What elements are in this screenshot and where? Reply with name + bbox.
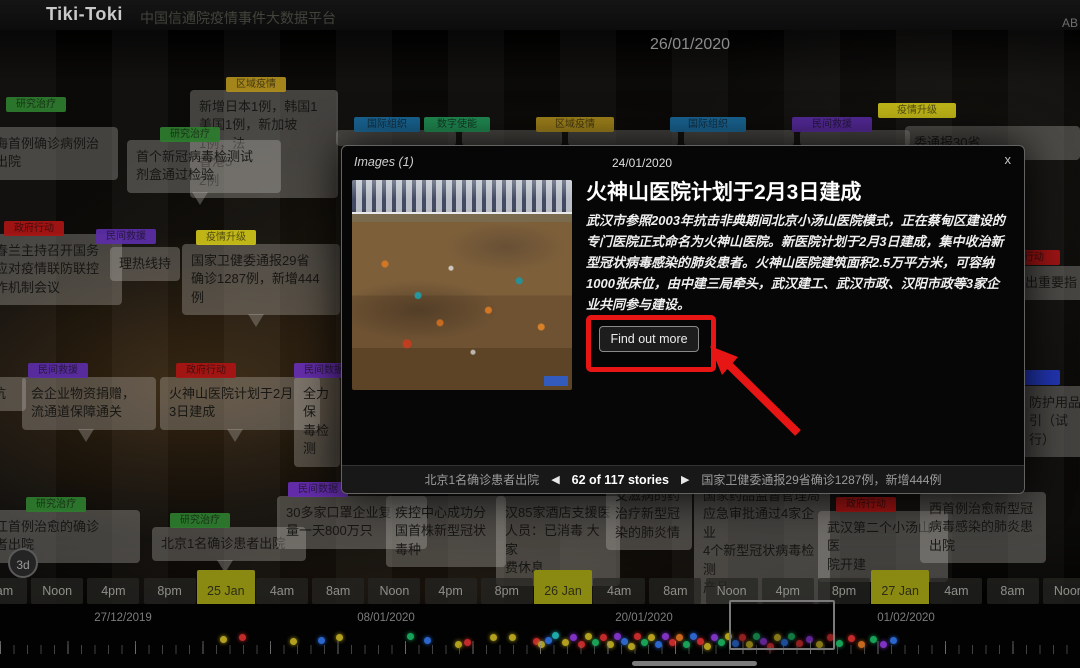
category-badge: 政府行动	[4, 221, 64, 236]
category-badge: 国际组织	[354, 117, 420, 132]
category-badge: 研究治疗	[26, 497, 86, 512]
category-badge: 区域疫情	[226, 77, 286, 92]
card-tail	[78, 429, 94, 442]
minimap-event-dot	[509, 634, 516, 641]
category-badge: 数字使能	[424, 117, 490, 132]
story-body: 武汉市参照2003年抗击非典期间北京小汤山医院模式，正在蔡甸区建设的专门医院正式…	[586, 210, 1010, 315]
minimap[interactable]: 27/12/2019 08/01/2020 20/01/2020 01/02/2020	[0, 604, 1080, 668]
minimap-ruler-minor	[0, 645, 1080, 654]
minimap-event-dot	[552, 632, 559, 639]
event-card[interactable]: 会企业物资捐赠，流通道保障通关	[22, 377, 156, 430]
minimap-event-dot	[600, 634, 607, 641]
timeline-app: Tiki-Toki 中国信通院疫情事件大数据平台 AB 26/01/2020 国…	[0, 0, 1080, 668]
event-card[interactable]	[568, 130, 678, 146]
horizontal-scrollbar[interactable]	[632, 661, 757, 666]
axis-time-label: 8am	[649, 578, 701, 604]
axis-time-label: Noon	[31, 578, 83, 604]
category-badge: 研究治疗	[6, 97, 66, 112]
minimap-event-dot	[407, 633, 414, 640]
minimap-date-label: 01/02/2020	[877, 612, 935, 624]
minimap-date-label: 08/01/2020	[357, 612, 415, 624]
axis-time-label: 4pm	[425, 578, 477, 604]
axis-time-label: 4pm	[87, 578, 139, 604]
story-image[interactable]	[352, 180, 572, 390]
axis-time-label: 8am	[312, 578, 364, 604]
axis-time-label: 4am	[256, 578, 308, 604]
axis-time-label: 8am	[987, 578, 1039, 604]
event-card[interactable]: 国家卫健委通报29省确诊1287例，新增444例	[182, 244, 340, 315]
modal-footer: 北京1名确诊患者出院 ◀ 62 of 117 stories ▶ 国家卫健委通报…	[342, 465, 1024, 493]
prev-arrow-icon[interactable]: ◀	[551, 473, 559, 486]
minimap-event-dot	[570, 634, 577, 641]
story-counter: 62 of 117 stories	[572, 473, 669, 487]
event-card[interactable]	[336, 130, 456, 146]
category-badge: 民间救援	[96, 229, 156, 244]
minimap-event-dot	[634, 633, 641, 640]
axis-time-label: Noon	[1043, 578, 1080, 604]
card-tail	[248, 314, 264, 327]
category-badge: 区域疫情	[536, 117, 614, 132]
next-story-link[interactable]: 国家卫健委通报29省确诊1287例，新增444例	[701, 471, 941, 488]
minimap-date-label: 27/12/2019	[94, 612, 152, 624]
category-badge: 研究治疗	[160, 127, 220, 142]
top-bar: Tiki-Toki 中国信通院疫情事件大数据平台	[0, 0, 1080, 30]
minimap-event-dot	[648, 634, 655, 641]
minimap-event-dot	[239, 634, 246, 641]
event-card[interactable]: 防护用品引（试行）	[1020, 386, 1080, 457]
category-badge: 民间数据	[288, 482, 348, 497]
minimap-date-label: 20/01/2020	[615, 612, 673, 624]
image-buildings	[352, 180, 572, 214]
card-tail	[192, 192, 208, 205]
minimap-event-dot	[490, 634, 497, 641]
category-badge: 民间救援	[28, 363, 88, 378]
event-card[interactable]: 出重要指	[1016, 266, 1080, 300]
event-card[interactable]: 疾控中心成功分国首株新型冠状毒种	[386, 496, 506, 567]
card-tail	[227, 429, 243, 442]
minimap-event-dot	[690, 633, 697, 640]
top-right-text: AB	[1062, 16, 1078, 30]
axis-time-label: 4am	[930, 578, 982, 604]
event-card[interactable]	[800, 130, 910, 146]
annotation-highlight-box	[586, 315, 716, 372]
axis-time-label: 8pm	[481, 578, 533, 604]
minimap-event-dot	[614, 633, 621, 640]
axis-time-label: Noon	[368, 578, 420, 604]
story-title: 火神山医院计划于2月3日建成	[586, 176, 1012, 206]
category-badge: 国际组织	[670, 117, 746, 132]
images-count-label[interactable]: Images (1)	[354, 155, 414, 169]
story-modal: Images (1) 24/01/2020 x 火神山医院计划于2月3日建成 武…	[341, 145, 1025, 494]
zoom-level-badge[interactable]: 3d	[8, 548, 38, 578]
event-card[interactable]	[684, 130, 794, 146]
app-title: 中国信通院疫情事件大数据平台	[140, 8, 336, 28]
minimap-event-dot	[711, 634, 718, 641]
minimap-view-window[interactable]	[729, 600, 835, 650]
event-card[interactable]: 理热线持	[110, 247, 180, 281]
next-arrow-icon[interactable]: ▶	[681, 473, 689, 486]
event-card[interactable]: 春兰主持召开国务应对疫情联防联控作机制会议	[0, 234, 122, 305]
event-card[interactable]: 全力保毒检测	[294, 377, 340, 467]
image-watermark	[544, 376, 568, 386]
minimap-event-dot	[676, 634, 683, 641]
category-badge: 疫情升级	[878, 103, 956, 118]
category-badge: 疫情升级	[196, 230, 256, 245]
current-date-header: 26/01/2020	[620, 36, 760, 54]
event-card[interactable]: 首个新冠病毒检测试剂盒通过检验	[127, 140, 281, 193]
axis-time-label: 8pm	[144, 578, 196, 604]
axis-time-label: 8am	[0, 578, 27, 604]
app-logo[interactable]: Tiki-Toki	[46, 4, 123, 25]
axis-time-label: 4am	[593, 578, 645, 604]
minimap-event-dot	[662, 633, 669, 640]
event-card[interactable]: 西首例治愈新型冠病毒感染的肺炎患出院	[920, 492, 1046, 563]
event-card[interactable]: 海首例确诊病例治出院	[0, 127, 118, 180]
category-badge: 研究治疗	[170, 513, 230, 528]
category-badge: 民间救援	[792, 117, 872, 132]
minimap-event-dot	[336, 634, 343, 641]
category-badge: 政府行动	[176, 363, 236, 378]
minimap-event-dot	[585, 633, 592, 640]
prev-story-link[interactable]: 北京1名确诊患者出院	[425, 471, 540, 488]
close-icon[interactable]: x	[1005, 152, 1012, 167]
category-badge: 政府行动	[836, 497, 896, 512]
story-date: 24/01/2020	[612, 156, 672, 170]
event-card[interactable]	[462, 130, 562, 146]
